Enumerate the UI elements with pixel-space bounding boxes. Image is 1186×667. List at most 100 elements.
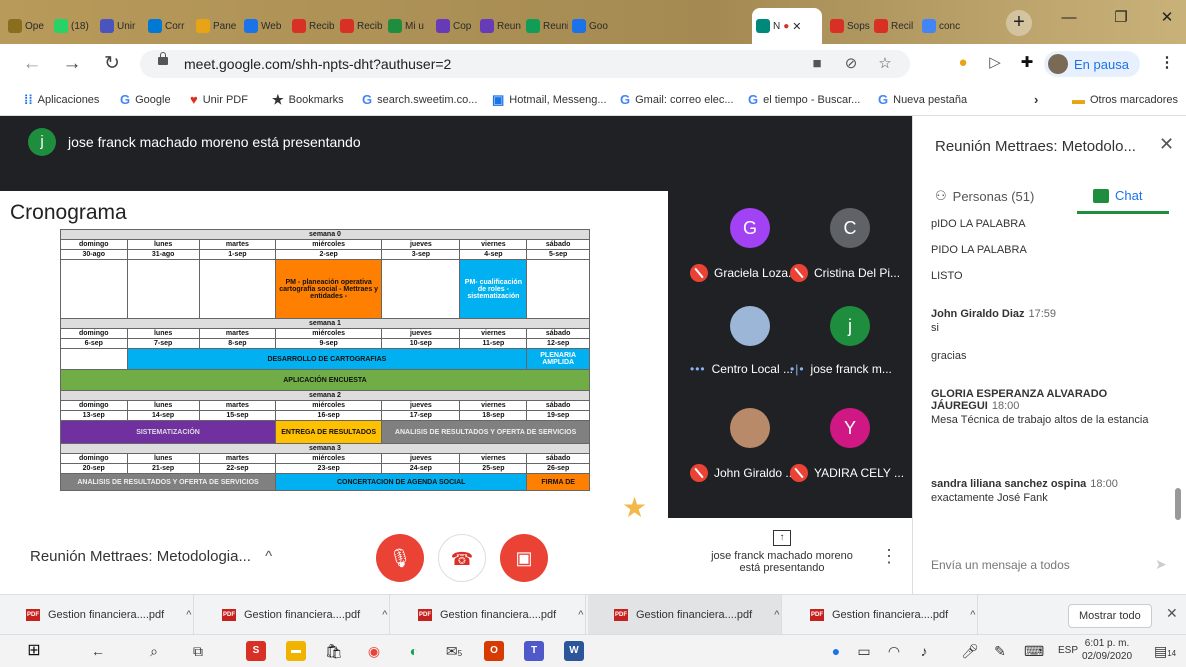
mic-toggle-button[interactable]: 🎙︎ [376, 534, 424, 582]
presenting-indicator[interactable]: ↑ jose franck machado moreno está presen… [702, 530, 862, 574]
browser-tab[interactable]: Recib [288, 8, 334, 44]
chevron-up-icon[interactable]: ^ [186, 609, 191, 621]
activity-desarrollo: DESARROLLO DE CARTOGRAFIAS [126, 348, 528, 370]
browser-tab[interactable]: Goo [568, 8, 614, 44]
participant-tile[interactable]: Y YADIRA CELY ... [790, 408, 910, 508]
teams-icon[interactable]: T [524, 641, 544, 661]
close-panel-icon[interactable]: ✕ [1159, 134, 1174, 155]
download-item[interactable]: PDF Gestion financiera....pdf ^ [0, 595, 194, 635]
forward-button[interactable]: → [60, 52, 84, 76]
clock[interactable]: 6:01 p. m. 02/09/2020 [1082, 637, 1132, 663]
mail-icon[interactable]: ✉5 [444, 641, 464, 661]
browser-tab[interactable]: Corr [144, 8, 190, 44]
browser-tab[interactable]: (18) [50, 8, 96, 44]
bookmark-bookmarks[interactable]: ★ Bookmarks [272, 92, 344, 108]
download-item[interactable]: PDF Gestion financiera....pdf ^ [784, 595, 978, 635]
camera-toggle-button[interactable]: ▣ [500, 534, 548, 582]
address-bar[interactable]: meet.google.com/shh-npts-dht?authuser=2 … [140, 50, 910, 78]
download-item[interactable]: PDF Gestion financiera....pdf ^ [588, 595, 782, 635]
browser-tab[interactable]: Reun [476, 8, 522, 44]
volume-icon[interactable]: ♪ [914, 641, 934, 661]
search-icon[interactable]: ⌕ [144, 641, 164, 661]
extension-icon[interactable]: ● [952, 52, 974, 74]
windows-start-icon[interactable]: ⊞ [24, 641, 44, 661]
bookmark-otros[interactable]: ▬ Otros marcadores [1072, 92, 1178, 107]
chevron-up-icon[interactable]: ^ [382, 609, 387, 621]
bookmark-tiempo[interactable]: Gel tiempo - Buscar... [748, 92, 860, 107]
menu-kebab-icon[interactable]: ⋮ [1156, 52, 1178, 74]
minimize-button[interactable]: — [1046, 0, 1092, 36]
wifi-icon[interactable]: ◠ [884, 641, 904, 661]
close-tab-icon[interactable]: ✕ [792, 20, 801, 33]
new-tab-button[interactable]: + [1006, 10, 1032, 36]
battery-icon[interactable]: ▭ [854, 641, 874, 661]
bookmark-apps[interactable]: ⁞⁞ Aplicaciones [24, 92, 99, 107]
browser-tab[interactable]: Sops [826, 8, 872, 44]
browser-tab[interactable]: Mi u [384, 8, 430, 44]
keyboard-icon[interactable]: ⌨ [1024, 641, 1044, 661]
leave-call-button[interactable]: ☎ [438, 534, 486, 582]
participant-tile[interactable]: j •|• jose franck m... [790, 306, 910, 406]
download-item[interactable]: PDF Gestion financiera....pdf ^ [392, 595, 586, 635]
browser-tab[interactable]: Unir [96, 8, 142, 44]
bookmarks-more-chevron-icon[interactable]: › [1034, 92, 1038, 107]
notifications-icon[interactable]: ▤14 [1154, 641, 1176, 661]
chrome-icon[interactable]: ◉ [364, 641, 384, 661]
word-icon[interactable]: W [564, 641, 584, 661]
profile-button[interactable]: En pausa [1044, 51, 1140, 77]
bookmark-star-icon[interactable]: ☆ [874, 53, 896, 75]
bookmark-unir-pdf[interactable]: ♥ Unir PDF [190, 92, 248, 107]
send-icon[interactable]: ➤ [1155, 556, 1167, 573]
task-view-icon[interactable]: ⧉ [188, 641, 208, 661]
tab-chat[interactable]: Chat [1093, 188, 1142, 203]
edge-icon[interactable]: ◐ [404, 641, 424, 661]
browser-tab[interactable]: Ope [4, 8, 50, 44]
more-options-icon[interactable]: ⋮ [880, 546, 898, 567]
browser-tab[interactable]: Recil [870, 8, 916, 44]
browser-tab[interactable]: conc [918, 8, 964, 44]
browser-tab[interactable]: Reuni [522, 8, 568, 44]
bookmark-sweetim[interactable]: Gsearch.sweetim.co... [362, 92, 477, 107]
file-explorer-icon[interactable]: ▬ [286, 641, 306, 661]
schedule-row: semana 3 [60, 443, 590, 454]
browser-tab[interactable]: Cop [432, 8, 478, 44]
back-arrow-icon[interactable]: ← [88, 641, 108, 661]
participant-tile[interactable]: C Cristina Del Pi... [790, 208, 910, 308]
language-indicator[interactable]: ESP [1058, 645, 1078, 656]
microphone-icon[interactable]: 🎤︎ [960, 641, 980, 661]
back-button[interactable]: ← [20, 52, 44, 76]
browser-tab[interactable]: Recib [336, 8, 382, 44]
browser-tab[interactable]: Pane [192, 8, 238, 44]
reload-button[interactable]: ↻ [100, 52, 124, 76]
chat-message-input[interactable]: Envía un mensaje a todos [931, 558, 1070, 572]
chevron-up-icon[interactable]: ^ [970, 609, 975, 621]
bookmark-nueva-pestana[interactable]: G Nueva pestaña [878, 92, 967, 107]
restore-button[interactable]: ❐ [1098, 0, 1144, 36]
meeting-details-button[interactable]: Reunión Mettraes: Metodologia... ^ [30, 548, 272, 565]
day-header: jueves [381, 239, 461, 250]
store-icon[interactable]: 🛍︎ [324, 641, 344, 661]
extensions-puzzle-icon[interactable]: ✚ [1016, 52, 1038, 74]
office-icon[interactable]: O [484, 641, 504, 661]
site-permissions-icon[interactable]: ⊘ [840, 53, 862, 75]
bookmark-gmail[interactable]: G Gmail: correo elec... [620, 92, 734, 107]
tab-active-meet[interactable]: N ● ✕ [752, 8, 822, 44]
chevron-up-icon[interactable]: ^ [578, 609, 583, 621]
close-window-button[interactable]: ✕ [1144, 0, 1186, 36]
chevron-up-icon[interactable]: ^ [774, 609, 779, 621]
chat-message-list[interactable]: pIDO LA PALABRA PIDO LA PALABRA LISTO John … [931, 216, 1171, 526]
bookmark-hotmail[interactable]: ▣ Hotmail, Messeng... [492, 92, 607, 108]
tab-people[interactable]: ⚇ Personas (51) [935, 188, 1034, 204]
day-header: viernes [459, 400, 528, 411]
download-item[interactable]: PDF Gestion financiera....pdf ^ [196, 595, 390, 635]
camera-icon[interactable]: ■ [806, 53, 828, 75]
app-icon[interactable]: S [246, 641, 266, 661]
show-all-downloads-button[interactable]: Mostrar todo [1068, 604, 1152, 628]
bookmark-google[interactable]: G Google [120, 92, 171, 107]
tray-app-icon[interactable]: ● [826, 641, 846, 661]
chat-scrollbar[interactable] [1175, 488, 1181, 520]
pen-icon[interactable]: ✎ [990, 641, 1010, 661]
close-downloads-icon[interactable]: ✕ [1166, 605, 1178, 622]
browser-tab[interactable]: Web [240, 8, 286, 44]
cast-icon[interactable]: ▷ [984, 52, 1006, 74]
